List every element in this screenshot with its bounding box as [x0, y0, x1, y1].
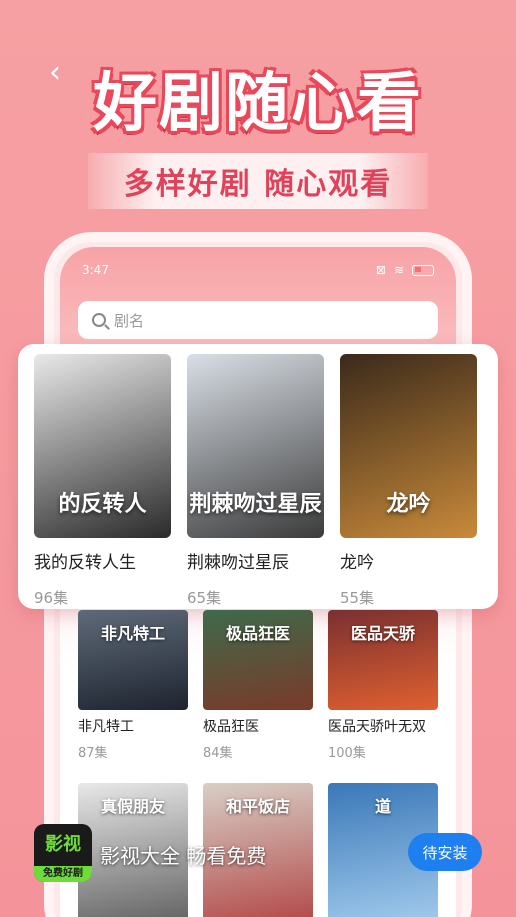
poster-title: 龙吟: [386, 492, 431, 517]
drama-name: 极品狂医: [203, 719, 259, 735]
wifi-icon: ≋: [393, 263, 404, 277]
poster-image: 龙吟: [340, 354, 477, 538]
poster-title: 的反转人: [58, 492, 147, 517]
featured-card[interactable]: 的反转人我的反转人生 96集: [34, 354, 171, 609]
episode-count: 87集: [78, 746, 108, 761]
poster-title: 极品狂医: [225, 624, 290, 643]
signal-icon: ⊠: [375, 263, 386, 277]
poster-title: 医品天骄: [350, 624, 415, 643]
poster-image: 医品天骄: [328, 610, 438, 710]
poster-title: 真假朋友: [100, 797, 165, 816]
poster-title: 荆棘吻过星辰: [189, 492, 322, 517]
status-bar: 3:47 ⊠ ≋: [82, 261, 434, 279]
status-time: 3:47: [82, 263, 109, 277]
episode-count: 84集: [203, 746, 233, 761]
drama-card[interactable]: 极品狂医 极品狂医 84集: [203, 610, 313, 761]
episode-count: 65集: [187, 589, 222, 607]
poster-title: 非凡特工: [100, 624, 165, 643]
drama-card[interactable]: 非凡特工 非凡特工 87集: [78, 610, 188, 761]
drama-name: 非凡特工: [78, 719, 134, 735]
banner-text: 影视大全 畅看免费: [100, 844, 267, 868]
search-input[interactable]: 剧名: [78, 301, 438, 339]
drama-name: 龙吟: [340, 553, 374, 573]
episode-count: 55集: [340, 589, 375, 607]
poster-image: 荆棘吻过星辰: [187, 354, 324, 538]
featured-card[interactable]: 龙吟 龙吟 55集: [340, 354, 477, 609]
drama-card[interactable]: 医品天骄医品天骄叶无双 100集: [328, 610, 438, 761]
drama-grid: 非凡特工 非凡特工 87集 极品狂医 极品狂医 84集 医品天骄 医品天骄叶无双 100集 真假朋…: [78, 610, 440, 917]
battery-icon: [412, 264, 434, 276]
poster-title: 和平饭店: [225, 797, 290, 816]
poster-image: 非凡特工: [78, 610, 188, 710]
logo-main-text: 影视: [45, 834, 81, 855]
drama-name: 我的反转人生: [34, 553, 136, 573]
featured-card[interactable]: 荆棘吻过星辰 荆棘吻过星辰 65集: [187, 354, 324, 609]
hero-subtitle: 多样好剧 随心观看: [88, 153, 428, 209]
episode-count: 96集: [34, 589, 69, 607]
episode-count: 100集: [328, 746, 366, 761]
hero-title: 好剧随心看: [93, 67, 423, 141]
poster-title: 道: [374, 797, 391, 816]
poster-image: 极品狂医: [203, 610, 313, 710]
drama-name: 医品天骄叶无双: [328, 719, 426, 735]
install-button[interactable]: 待安装: [408, 833, 482, 871]
logo-sub-text: 免费好剧: [34, 866, 92, 882]
drama-name: 荆棘吻过星辰: [187, 553, 289, 573]
poster-image: 的反转人: [34, 354, 171, 538]
app-logo[interactable]: 影视 免费好剧: [34, 824, 92, 882]
search-icon: [92, 313, 106, 327]
search-placeholder: 剧名: [114, 311, 145, 330]
featured-panel: 的反转人 我的反转人生 96集 荆棘吻过星辰 荆棘吻过星辰 65集 龙吟 龙吟 55集: [18, 344, 498, 609]
